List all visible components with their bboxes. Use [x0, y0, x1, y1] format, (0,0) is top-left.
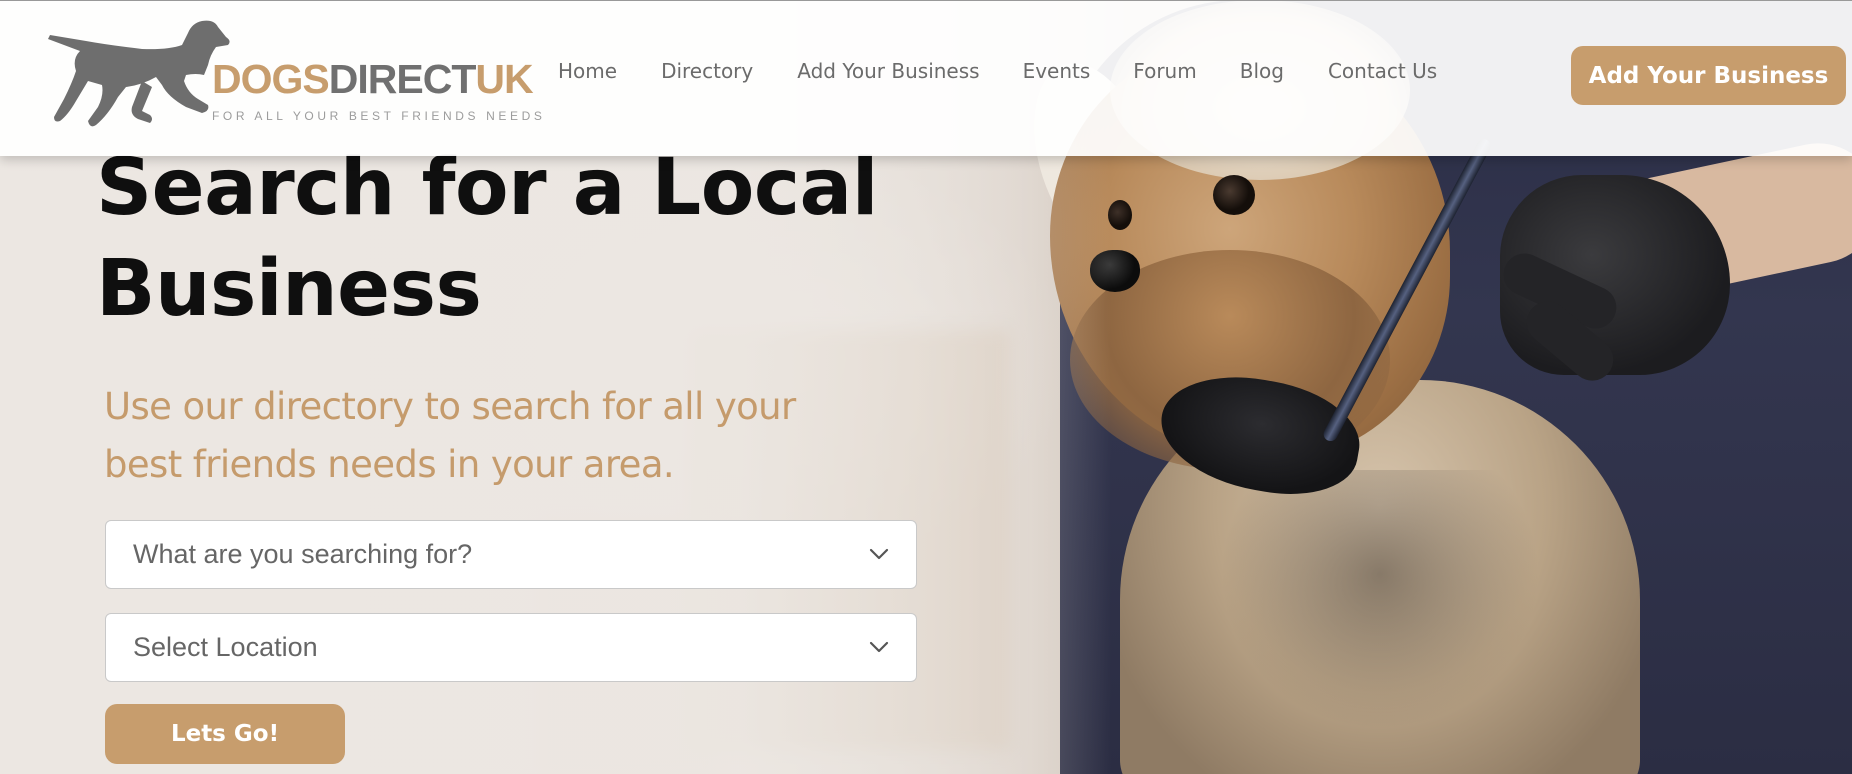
nav-directory[interactable]: Directory [661, 59, 753, 87]
business-type-select[interactable]: What are you searching for? [105, 520, 917, 589]
nav-blog[interactable]: Blog [1240, 59, 1284, 87]
location-select-value: Select Location [133, 632, 318, 662]
page-title-line-1: Search for a Local [96, 143, 878, 233]
page-title: Search for a Local Business [96, 138, 896, 340]
site-header: DOGSDIRECTUK FOR ALL YOUR BEST FRIENDS N… [0, 0, 1852, 156]
business-type-select-value: What are you searching for? [133, 539, 473, 569]
chevron-down-icon [869, 641, 889, 653]
lets-go-button[interactable]: Lets Go! [105, 704, 345, 764]
nav-home[interactable]: Home [558, 59, 617, 87]
logo-word-direct: DIRECT [328, 56, 477, 102]
hero-subtitle-line-2: best friends needs in your area. [104, 443, 675, 486]
nav-events[interactable]: Events [1023, 59, 1091, 87]
logo-word-uk: UK [475, 56, 533, 102]
logo-word-dogs: DOGS [212, 56, 330, 102]
main-nav: Home Directory Add Your Business Events … [558, 59, 1437, 87]
site-logo[interactable]: DOGSDIRECTUK FOR ALL YOUR BEST FRIENDS N… [46, 15, 542, 129]
nav-contact-us[interactable]: Contact Us [1328, 59, 1437, 87]
logo-wordmark: DOGSDIRECTUK [212, 56, 534, 102]
nav-add-your-business[interactable]: Add Your Business [797, 59, 979, 87]
hero-subtitle-line-1: Use our directory to search for all your [104, 385, 796, 428]
hero-subtitle: Use our directory to search for all your… [104, 378, 824, 494]
nav-forum[interactable]: Forum [1133, 59, 1196, 87]
page-title-line-2: Business [96, 244, 482, 334]
chevron-down-icon [869, 548, 889, 560]
add-your-business-button[interactable]: Add Your Business [1571, 46, 1846, 105]
logo-tagline: FOR ALL YOUR BEST FRIENDS NEEDS [212, 109, 546, 123]
location-select[interactable]: Select Location [105, 613, 917, 682]
